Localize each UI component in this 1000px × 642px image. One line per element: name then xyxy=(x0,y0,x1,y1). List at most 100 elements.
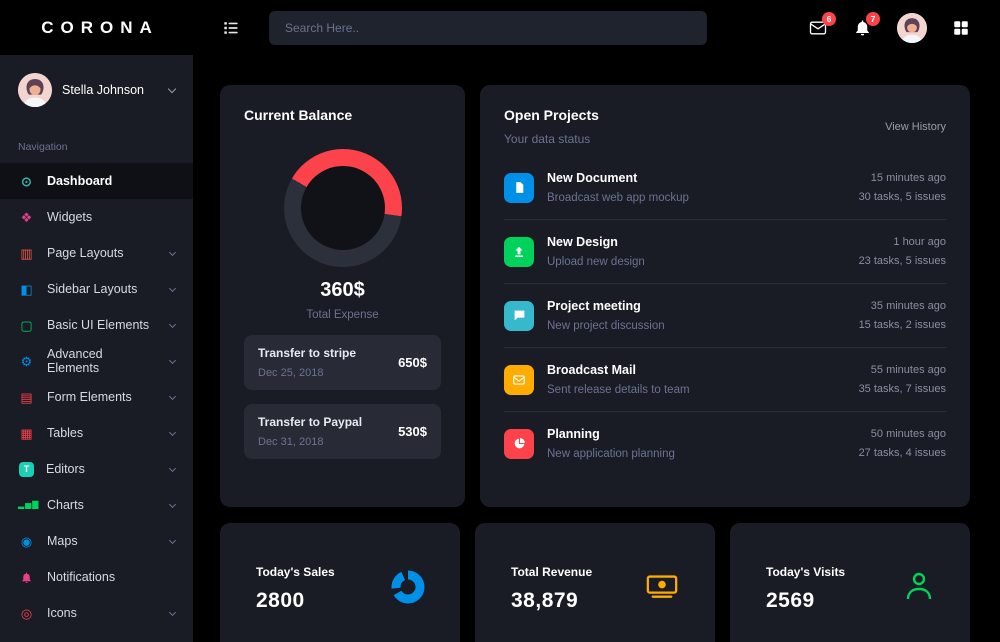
card-title: Open Projects xyxy=(504,107,599,123)
project-time: 15 minutes ago xyxy=(859,172,946,184)
transfer-date: Dec 31, 2018 xyxy=(258,436,362,448)
sidebar: CORONA Stella Johnson Navigation ⊙ Dashb… xyxy=(0,0,193,642)
project-meta: 30 tasks, 5 issues xyxy=(859,191,946,203)
profile-dropdown[interactable]: Stella Johnson xyxy=(0,55,193,119)
transfer-title: Transfer to stripe xyxy=(258,346,356,360)
sidebar-item-label: Notifications xyxy=(47,570,115,584)
project-row: Project meeting New project discussion 3… xyxy=(504,284,946,348)
top-cards-row: Current Balance 360$ Total Expense Trans… xyxy=(220,85,970,507)
chevron-down-icon xyxy=(168,84,176,92)
chevron-down-icon xyxy=(169,428,176,435)
sidebar-item-label: Charts xyxy=(47,498,84,512)
sidebar-item-page-layouts[interactable]: ▥ Page Layouts xyxy=(0,235,193,271)
transfer-title: Transfer to Paypal xyxy=(258,415,362,429)
project-desc: Upload new design xyxy=(547,256,645,268)
project-meta: 23 tasks, 5 issues xyxy=(859,255,946,267)
project-desc: New project discussion xyxy=(547,320,665,332)
person-icon xyxy=(902,569,936,603)
envelope-icon xyxy=(504,365,534,395)
apps-grid-button[interactable] xyxy=(952,19,970,37)
project-title: Broadcast Mail xyxy=(547,363,690,377)
chevron-down-icon xyxy=(169,500,176,507)
mail-badge: 6 xyxy=(822,12,836,26)
project-meta: 27 tasks, 4 issues xyxy=(859,447,946,459)
project-time: 35 minutes ago xyxy=(859,300,946,312)
project-desc: New application planning xyxy=(547,448,675,460)
todays-visits-card: Today's Visits 2569 xyxy=(730,523,970,642)
icons-icon: ◎ xyxy=(18,607,35,620)
sidebar-item-label: Form Elements xyxy=(47,390,132,404)
dashboard-icon: ⊙ xyxy=(18,175,35,188)
project-time: 50 minutes ago xyxy=(859,428,946,440)
sidebar-item-dashboard[interactable]: ⊙ Dashboard xyxy=(0,163,193,199)
main-area: 6 7 xyxy=(193,0,1000,642)
sidebar-item-notifications[interactable]: Notifications xyxy=(0,559,193,595)
sidebar-item-label: Sidebar Layouts xyxy=(47,282,137,296)
total-expense-amount: 360$ xyxy=(244,279,441,302)
project-row: Planning New application planning 50 min… xyxy=(504,412,946,475)
chevron-down-icon xyxy=(169,608,176,615)
chevron-down-icon xyxy=(169,320,176,327)
project-time: 1 hour ago xyxy=(859,236,946,248)
sidebar-item-label: Page Layouts xyxy=(47,246,123,260)
upload-icon xyxy=(504,237,534,267)
user-avatar-button[interactable] xyxy=(897,13,927,43)
project-time: 55 minutes ago xyxy=(859,364,946,376)
open-projects-card: Open Projects Your data status View Hist… xyxy=(480,85,970,507)
sidebar-item-advanced-elements[interactable]: ⚙ Advanced Elements xyxy=(0,343,193,379)
mail-button[interactable]: 6 xyxy=(808,18,828,38)
project-title: Project meeting xyxy=(547,299,665,313)
stat-value: 2569 xyxy=(766,589,845,613)
balance-donut-chart xyxy=(284,149,402,267)
app-window: CORONA Stella Johnson Navigation ⊙ Dashb… xyxy=(0,0,1000,642)
stat-label: Today's Sales xyxy=(256,565,335,579)
total-expense-label: Total Expense xyxy=(244,309,441,321)
stat-value: 2800 xyxy=(256,589,335,613)
stats-row: Today's Sales 2800 Total Revenue 38,879 xyxy=(220,523,970,642)
form-elements-icon: ▤ xyxy=(18,391,35,404)
sidebar-item-widgets[interactable]: ❖ Widgets xyxy=(0,199,193,235)
chat-icon xyxy=(504,301,534,331)
sidebar-item-sidebar-layouts[interactable]: ◧ Sidebar Layouts xyxy=(0,271,193,307)
current-balance-card: Current Balance 360$ Total Expense Trans… xyxy=(220,85,465,507)
page-content: Current Balance 360$ Total Expense Trans… xyxy=(193,55,1000,642)
chevron-down-icon xyxy=(169,464,176,471)
chevron-down-icon xyxy=(169,284,176,291)
doughnut-icon xyxy=(390,569,426,605)
sidebar-item-charts[interactable]: ▂▅▇ Charts xyxy=(0,487,193,523)
sidebar-item-tables[interactable]: ▦ Tables xyxy=(0,415,193,451)
transfer-list-item: Transfer to Paypal Dec 31, 2018 530$ xyxy=(244,404,441,459)
sidebar-item-label: Widgets xyxy=(47,210,92,224)
project-meta: 15 tasks, 2 issues xyxy=(859,319,946,331)
transfer-date: Dec 25, 2018 xyxy=(258,367,356,379)
search-input[interactable] xyxy=(269,11,707,45)
sidebar-item-icons[interactable]: ◎ Icons xyxy=(0,595,193,631)
brand-logo[interactable]: CORONA xyxy=(0,0,193,55)
pie-chart-icon xyxy=(504,429,534,459)
project-row: New Document Broadcast web app mockup 15… xyxy=(504,156,946,220)
transfer-amount: 650$ xyxy=(398,355,427,370)
project-meta: 35 tasks, 7 issues xyxy=(859,383,946,395)
profile-avatar xyxy=(18,73,52,107)
sidebar-item-basic-ui-elements[interactable]: ▢ Basic UI Elements xyxy=(0,307,193,343)
sidebar-item-form-elements[interactable]: ▤ Form Elements xyxy=(0,379,193,415)
chevron-down-icon xyxy=(169,392,176,399)
sidebar-item-label: Maps xyxy=(47,534,78,548)
project-title: Planning xyxy=(547,427,675,441)
projects-header: Open Projects Your data status View Hist… xyxy=(504,107,946,146)
advanced-elements-icon: ⚙ xyxy=(18,355,35,368)
sidebar-section-label: Navigation xyxy=(0,119,193,163)
sidebar-item-editors[interactable]: T Editors xyxy=(0,451,193,487)
sidebar-item-maps[interactable]: ◉ Maps xyxy=(0,523,193,559)
stat-value: 38,879 xyxy=(511,589,592,613)
notifications-icon xyxy=(18,571,35,584)
notifications-button[interactable]: 7 xyxy=(853,18,872,37)
editors-icon: T xyxy=(19,462,34,477)
transfer-amount: 530$ xyxy=(398,424,427,439)
view-history-link[interactable]: View History xyxy=(885,121,946,133)
sidebar-toggle-button[interactable] xyxy=(221,18,241,38)
top-navbar: 6 7 xyxy=(193,0,1000,55)
stat-label: Total Revenue xyxy=(511,565,592,579)
project-desc: Sent release details to team xyxy=(547,384,690,396)
sidebar-item-label: Dashboard xyxy=(47,174,112,188)
